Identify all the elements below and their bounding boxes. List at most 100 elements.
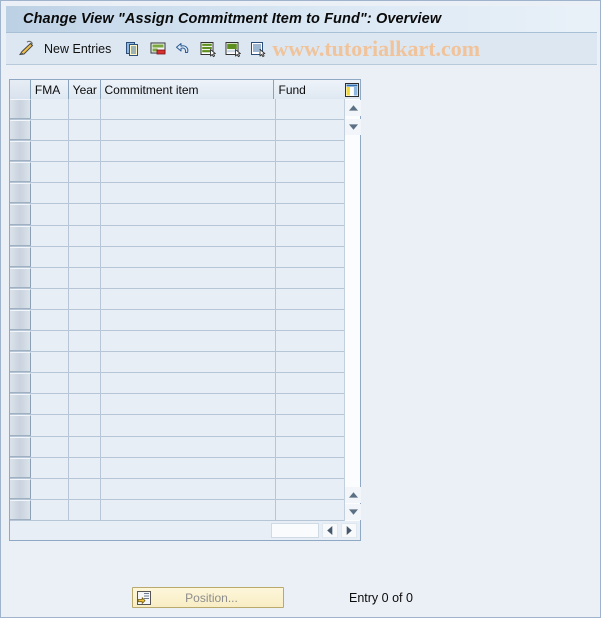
new-entries-button[interactable]: New Entries xyxy=(44,42,111,56)
cell-year[interactable] xyxy=(69,394,101,415)
cell-ci[interactable] xyxy=(101,141,276,162)
select-all-icon[interactable] xyxy=(198,39,218,59)
cell-year[interactable] xyxy=(69,120,101,141)
cell-year[interactable] xyxy=(69,478,101,499)
row-selector[interactable] xyxy=(10,499,31,520)
horizontal-scroll-track[interactable] xyxy=(271,523,319,538)
scroll-page-up-icon[interactable] xyxy=(345,487,361,503)
scroll-page-down-icon[interactable] xyxy=(345,504,361,520)
cell-year[interactable] xyxy=(69,436,101,457)
vertical-scrollbar[interactable] xyxy=(344,99,361,521)
cell-year[interactable] xyxy=(69,162,101,183)
table-row[interactable] xyxy=(10,162,344,184)
row-selector[interactable] xyxy=(10,183,31,204)
table-row[interactable] xyxy=(10,225,344,247)
cell-fund[interactable] xyxy=(276,478,344,499)
cell-fma[interactable] xyxy=(31,225,69,246)
row-selector[interactable] xyxy=(10,204,31,225)
deselect-all-icon[interactable] xyxy=(223,39,243,59)
row-selector[interactable] xyxy=(10,436,31,457)
cell-ci[interactable] xyxy=(101,415,276,436)
cell-fund[interactable] xyxy=(276,457,344,478)
cell-year[interactable] xyxy=(69,246,101,267)
cell-ci[interactable] xyxy=(101,457,276,478)
cell-ci[interactable] xyxy=(101,204,276,225)
row-selector[interactable] xyxy=(10,457,31,478)
cell-fund[interactable] xyxy=(276,394,344,415)
table-row[interactable] xyxy=(10,246,344,268)
cell-fund[interactable] xyxy=(276,352,344,373)
cell-fma[interactable] xyxy=(31,141,69,162)
cell-year[interactable] xyxy=(69,183,101,204)
cell-year[interactable] xyxy=(69,267,101,288)
cell-fund[interactable] xyxy=(276,225,344,246)
cell-year[interactable] xyxy=(69,457,101,478)
table-row[interactable] xyxy=(10,99,344,121)
cell-fund[interactable] xyxy=(276,99,344,120)
scroll-right-icon[interactable] xyxy=(341,523,357,538)
row-selector[interactable] xyxy=(10,141,31,162)
table-row[interactable] xyxy=(10,352,344,374)
grid-header-select-all[interactable] xyxy=(10,80,31,99)
undo-icon[interactable] xyxy=(173,39,193,59)
cell-year[interactable] xyxy=(69,352,101,373)
row-selector[interactable] xyxy=(10,478,31,499)
cell-fma[interactable] xyxy=(31,457,69,478)
row-selector[interactable] xyxy=(10,331,31,352)
cell-fund[interactable] xyxy=(276,204,344,225)
cell-fma[interactable] xyxy=(31,394,69,415)
table-row[interactable] xyxy=(10,394,344,416)
cell-fma[interactable] xyxy=(31,415,69,436)
cell-fund[interactable] xyxy=(276,415,344,436)
cell-fma[interactable] xyxy=(31,246,69,267)
cell-fma[interactable] xyxy=(31,288,69,309)
cell-year[interactable] xyxy=(69,331,101,352)
cell-fund[interactable] xyxy=(276,309,344,331)
row-selector[interactable] xyxy=(10,373,31,394)
table-row[interactable] xyxy=(10,120,344,142)
row-selector[interactable] xyxy=(10,352,31,373)
check-entries-button[interactable] xyxy=(16,37,36,61)
cell-year[interactable] xyxy=(69,373,101,394)
cell-fund[interactable] xyxy=(276,373,344,394)
cell-year[interactable] xyxy=(69,204,101,225)
copy-icon[interactable] xyxy=(123,39,143,59)
cell-fund[interactable] xyxy=(276,183,344,204)
position-button[interactable]: Position... xyxy=(132,587,284,608)
cell-fund[interactable] xyxy=(276,288,344,309)
cell-fma[interactable] xyxy=(31,183,69,204)
column-header-year[interactable]: Year xyxy=(68,80,101,99)
cell-fund[interactable] xyxy=(276,267,344,288)
column-header-fma[interactable]: FMA xyxy=(30,80,69,99)
cell-fund[interactable] xyxy=(276,331,344,352)
scroll-left-icon[interactable] xyxy=(322,523,338,538)
cell-ci[interactable] xyxy=(101,352,276,373)
cell-fund[interactable] xyxy=(276,162,344,183)
table-row[interactable] xyxy=(10,267,344,289)
cell-fma[interactable] xyxy=(31,204,69,225)
cell-ci[interactable] xyxy=(101,499,276,520)
cell-fund[interactable] xyxy=(276,436,344,457)
horizontal-scrollbar[interactable] xyxy=(10,521,360,540)
cell-ci[interactable] xyxy=(101,288,276,309)
cell-fma[interactable] xyxy=(31,99,69,120)
cell-ci[interactable] xyxy=(101,120,276,141)
scroll-up-icon[interactable] xyxy=(345,100,361,116)
cell-year[interactable] xyxy=(69,499,101,520)
cell-fund[interactable] xyxy=(276,141,344,162)
cell-fma[interactable] xyxy=(31,373,69,394)
cell-fma[interactable] xyxy=(31,499,69,520)
cell-fund[interactable] xyxy=(276,120,344,141)
cell-ci[interactable] xyxy=(101,478,276,499)
column-header-fund[interactable]: Fund xyxy=(274,80,345,99)
cell-ci[interactable] xyxy=(101,436,276,457)
cell-year[interactable] xyxy=(69,309,101,331)
row-selector[interactable] xyxy=(10,267,31,288)
row-selector[interactable] xyxy=(10,309,31,331)
column-header-commitment-item[interactable]: Commitment item xyxy=(100,80,275,99)
row-selector[interactable] xyxy=(10,246,31,267)
row-selector[interactable] xyxy=(10,225,31,246)
cell-year[interactable] xyxy=(69,99,101,120)
table-row[interactable] xyxy=(10,499,344,521)
table-row[interactable] xyxy=(10,204,344,226)
